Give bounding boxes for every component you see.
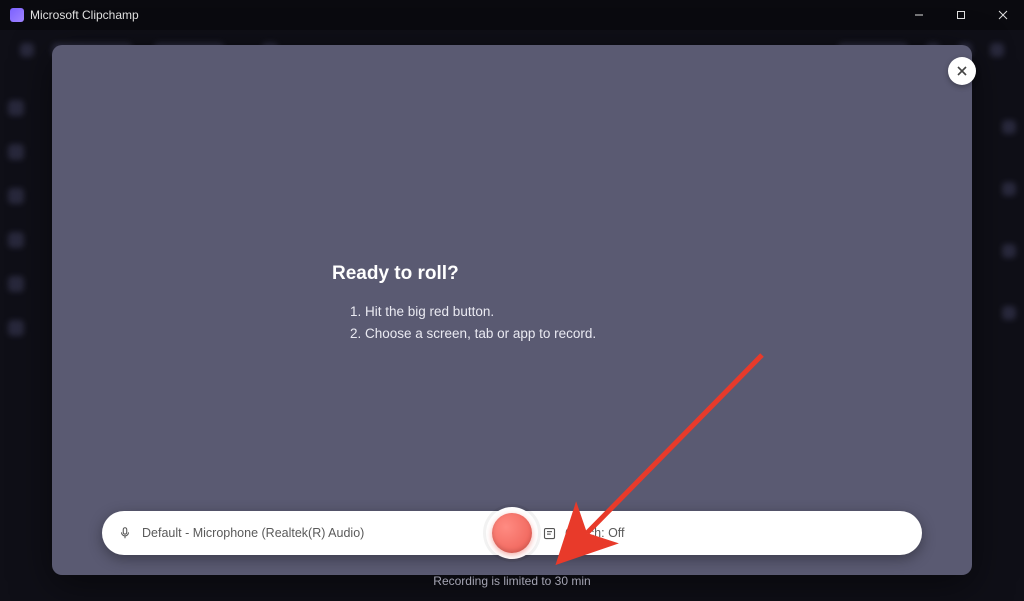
app-body: Ready to roll? 1. Hit the big red button… xyxy=(0,30,1024,601)
close-window-button[interactable] xyxy=(982,0,1024,30)
coach-label: Coach: Off xyxy=(565,526,625,540)
microphone-label: Default - Microphone (Realtek(R) Audio) xyxy=(142,526,364,540)
modal-content: Ready to roll? 1. Hit the big red button… xyxy=(332,263,692,344)
app-title: Microsoft Clipchamp xyxy=(30,8,139,22)
modal-step: 2. Choose a screen, tab or app to record… xyxy=(350,323,692,345)
modal-step: 1. Hit the big red button. xyxy=(350,301,692,323)
close-modal-button[interactable] xyxy=(948,57,976,85)
minimize-button[interactable] xyxy=(898,0,940,30)
window-controls xyxy=(898,0,1024,30)
modal-title: Ready to roll? xyxy=(332,263,692,285)
record-button-wrapper xyxy=(486,507,538,559)
maximize-button[interactable] xyxy=(940,0,982,30)
coach-toggle[interactable]: Coach: Off xyxy=(492,526,906,541)
microphone-icon xyxy=(118,526,132,540)
record-button[interactable] xyxy=(492,513,532,553)
app-icon xyxy=(10,8,24,22)
recording-limit-text: Recording is limited to 30 min xyxy=(433,574,590,588)
coach-icon xyxy=(542,526,557,541)
microphone-selector[interactable]: Default - Microphone (Realtek(R) Audio) xyxy=(118,526,482,540)
modal-backdrop: Ready to roll? 1. Hit the big red button… xyxy=(0,30,1024,601)
recording-modal: Ready to roll? 1. Hit the big red button… xyxy=(52,45,972,575)
control-bar: Default - Microphone (Realtek(R) Audio) … xyxy=(102,511,922,555)
titlebar: Microsoft Clipchamp xyxy=(0,0,1024,30)
